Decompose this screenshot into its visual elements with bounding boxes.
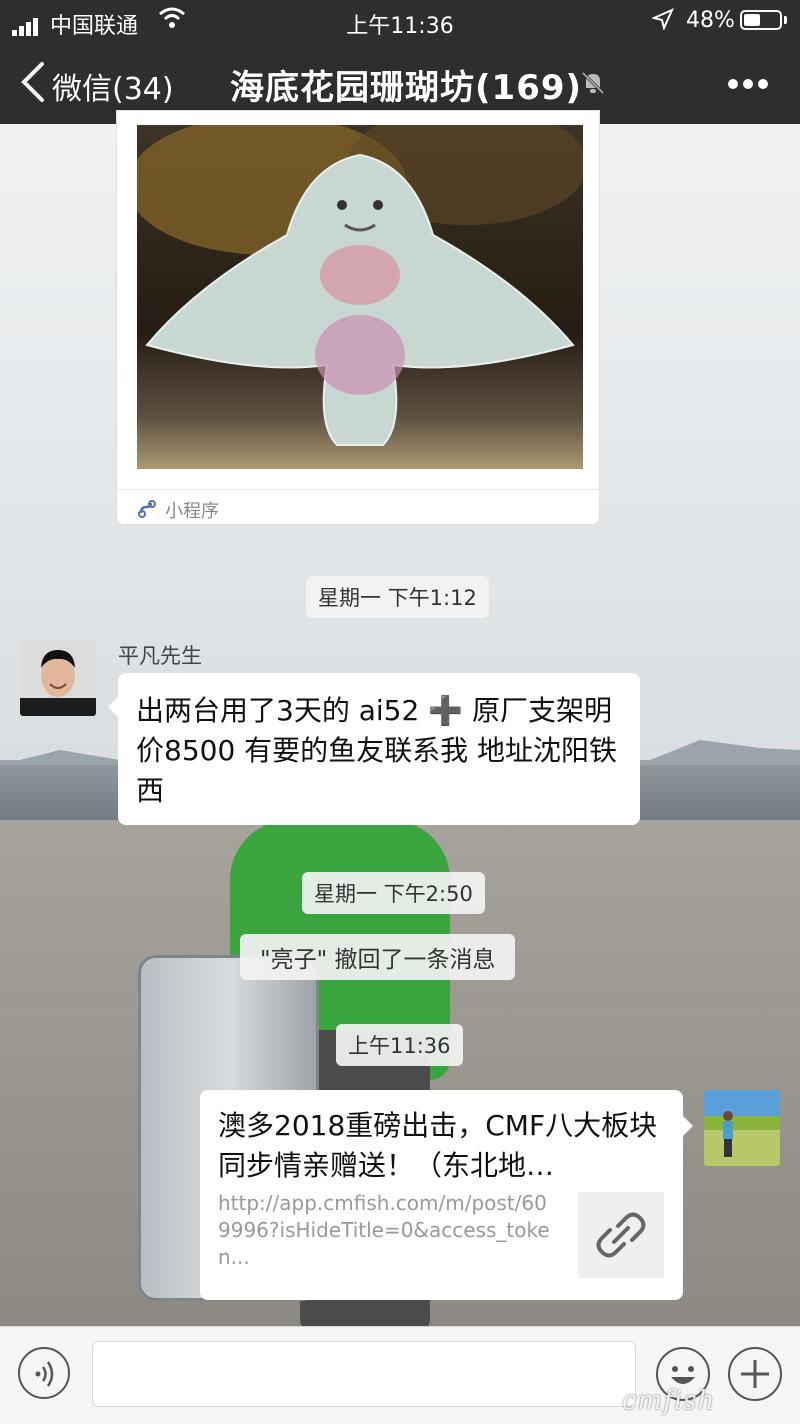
sender-name: 平凡先生	[118, 644, 202, 668]
message-text: 出两台用了3天的 ai52 ➕ 原厂支架明价8500 有要的鱼友联系我 地址沈阳…	[136, 694, 618, 807]
watermark: cmfish	[622, 1386, 716, 1416]
voice-input-icon[interactable]	[18, 1347, 70, 1399]
mini-program-label: 小程序	[165, 501, 219, 522]
stingray-photo	[137, 125, 583, 469]
timestamp: 星期一 下午1:12	[306, 576, 489, 618]
status-time: 上午11:36	[346, 14, 454, 39]
mini-program-icon	[137, 499, 157, 519]
back-button[interactable]: 微信(34)	[52, 64, 174, 108]
avatar[interactable]	[20, 640, 96, 716]
recall-notice: "亮子" 撤回了一条消息	[240, 934, 516, 980]
plus-icon[interactable]	[728, 1347, 782, 1401]
link-icon	[578, 1192, 664, 1278]
my-avatar[interactable]	[704, 1090, 780, 1166]
link-message-card[interactable]: 澳多2018重磅出击，CMF八大板块同步情亲赠送！（东北地… http://ap…	[200, 1090, 693, 1300]
link-title: 澳多2018重磅出击，CMF八大板块同步情亲赠送！（东北地…	[218, 1109, 658, 1182]
status-bar: 中国联通 上午11:36 48%	[0, 0, 800, 42]
message-input[interactable]	[92, 1341, 636, 1407]
mini-program-card[interactable]: 小程序	[116, 110, 601, 525]
message-bubble[interactable]: 出两台用了3天的 ai52 ➕ 原厂支架明价8500 有要的鱼友联系我 地址沈阳…	[108, 673, 640, 825]
link-url: http://app.cmfish.com/m/post/609996?isHi…	[218, 1191, 550, 1269]
chat-title: 海底花园珊瑚坊(169)	[230, 68, 583, 108]
timestamp: 上午11:36	[336, 1024, 463, 1066]
more-options-icon[interactable]	[728, 74, 773, 93]
location-arrow-icon	[650, 8, 674, 36]
timestamp: 星期一 下午2:50	[302, 872, 485, 914]
mute-bell-icon	[580, 70, 606, 96]
battery-icon	[740, 10, 782, 30]
battery-percent: 48%	[686, 8, 735, 33]
